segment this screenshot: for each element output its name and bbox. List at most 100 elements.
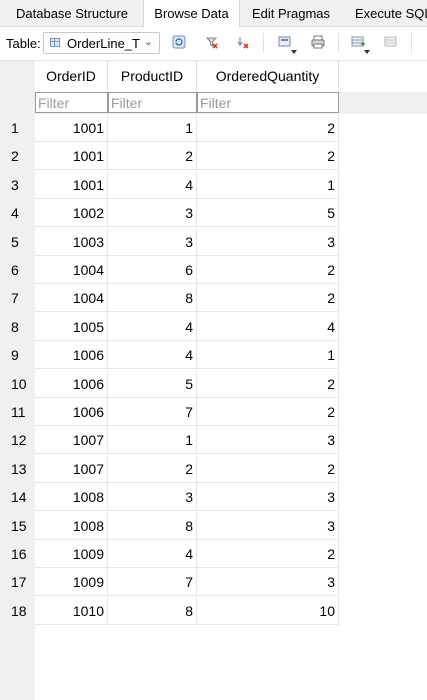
cell-orderid[interactable]: 1009 — [35, 540, 108, 568]
cell-productid[interactable]: 8 — [108, 597, 197, 625]
cell-orderedquantity[interactable]: 2 — [197, 455, 339, 483]
browse-toolbar: Table: OrderLine_T ⌄ — [0, 27, 427, 61]
cell-productid[interactable]: 7 — [108, 398, 197, 426]
cell-orderedquantity[interactable]: 2 — [197, 256, 339, 284]
tab-database-structure[interactable]: Database Structure — [16, 0, 128, 26]
row-number[interactable]: 8 — [0, 313, 35, 341]
cell-orderedquantity[interactable]: 3 — [197, 426, 339, 454]
dropdown-arrow-icon[interactable] — [291, 50, 297, 54]
cell-orderid[interactable]: 1001 — [35, 114, 108, 142]
cell-orderid[interactable]: 1008 — [35, 512, 108, 540]
tab-bar: Database Structure Browse Data Edit Prag… — [0, 0, 427, 27]
cell-orderid[interactable]: 1005 — [35, 313, 108, 341]
row-number[interactable]: 5 — [0, 228, 35, 256]
cell-orderedquantity[interactable]: 2 — [197, 370, 339, 398]
row-number[interactable]: 3 — [0, 171, 35, 199]
table-label: Table: — [6, 36, 41, 51]
refresh-icon[interactable] — [172, 35, 186, 49]
tab-execute-sql[interactable]: Execute SQL — [355, 0, 427, 26]
cell-orderid[interactable]: 1007 — [35, 426, 108, 454]
filter-input-orderedquantity[interactable] — [197, 92, 339, 113]
cell-orderid[interactable]: 1006 — [35, 370, 108, 398]
cell-orderedquantity[interactable]: 3 — [197, 512, 339, 540]
column-header-productid[interactable]: ProductID — [108, 61, 197, 91]
filter-input-orderid[interactable] — [35, 92, 108, 113]
cell-orderid[interactable]: 1004 — [35, 256, 108, 284]
cell-orderid[interactable]: 1009 — [35, 568, 108, 596]
row-number[interactable]: 18 — [0, 597, 35, 625]
cell-orderedquantity[interactable]: 3 — [197, 568, 339, 596]
row-number[interactable]: 9 — [0, 341, 35, 369]
cell-orderedquantity[interactable]: 1 — [197, 341, 339, 369]
cell-orderid[interactable]: 1006 — [35, 341, 108, 369]
cell-orderedquantity[interactable]: 3 — [197, 483, 339, 511]
cell-productid[interactable]: 1 — [108, 426, 197, 454]
clear-sort-icon[interactable] — [236, 35, 250, 49]
row-number[interactable]: 17 — [0, 568, 35, 596]
cell-productid[interactable]: 4 — [108, 313, 197, 341]
cell-productid[interactable]: 4 — [108, 341, 197, 369]
toolbar-separator — [338, 33, 339, 53]
toolbar-separator — [411, 33, 412, 53]
row-number[interactable]: 10 — [0, 370, 35, 398]
cell-productid[interactable]: 2 — [108, 142, 197, 170]
row-number[interactable]: 1 — [0, 114, 35, 142]
table-icon — [50, 38, 60, 47]
cell-orderedquantity[interactable]: 2 — [197, 398, 339, 426]
row-number[interactable]: 6 — [0, 256, 35, 284]
tab-browse-data[interactable]: Browse Data — [143, 0, 240, 27]
row-number[interactable]: 4 — [0, 199, 35, 227]
row-number[interactable]: 12 — [0, 426, 35, 454]
cell-productid[interactable]: 5 — [108, 370, 197, 398]
cell-orderid[interactable]: 1006 — [35, 398, 108, 426]
cell-orderedquantity[interactable]: 3 — [197, 228, 339, 256]
save-results-icon[interactable] — [278, 35, 292, 49]
cell-productid[interactable]: 4 — [108, 540, 197, 568]
row-number[interactable]: 15 — [0, 512, 35, 540]
insert-record-icon[interactable] — [351, 35, 365, 49]
cell-orderid[interactable]: 1002 — [35, 199, 108, 227]
cell-orderid[interactable]: 1008 — [35, 483, 108, 511]
cell-productid[interactable]: 8 — [108, 512, 197, 540]
tab-edit-pragmas[interactable]: Edit Pragmas — [252, 0, 330, 26]
row-number[interactable]: 14 — [0, 483, 35, 511]
print-icon[interactable] — [311, 35, 325, 49]
cell-productid[interactable]: 3 — [108, 228, 197, 256]
cell-productid[interactable]: 6 — [108, 256, 197, 284]
cell-orderid[interactable]: 1004 — [35, 284, 108, 312]
toolbar-separator — [263, 33, 264, 53]
cell-orderedquantity[interactable]: 1 — [197, 171, 339, 199]
column-header-orderedquantity[interactable]: OrderedQuantity — [197, 61, 339, 91]
cell-orderid[interactable]: 1007 — [35, 455, 108, 483]
cell-orderedquantity[interactable]: 2 — [197, 142, 339, 170]
cell-orderedquantity[interactable]: 4 — [197, 313, 339, 341]
cell-orderedquantity[interactable]: 2 — [197, 114, 339, 142]
cell-productid[interactable]: 2 — [108, 455, 197, 483]
cell-orderedquantity[interactable]: 2 — [197, 540, 339, 568]
row-number[interactable]: 11 — [0, 398, 35, 426]
row-number[interactable]: 13 — [0, 455, 35, 483]
dropdown-arrow-icon[interactable] — [364, 50, 370, 54]
row-number[interactable]: 7 — [0, 284, 35, 312]
cell-orderid[interactable]: 1010 — [35, 597, 108, 625]
cell-orderid[interactable]: 1001 — [35, 171, 108, 199]
row-number[interactable]: 2 — [0, 142, 35, 170]
row-number[interactable]: 16 — [0, 540, 35, 568]
cell-productid[interactable]: 1 — [108, 114, 197, 142]
data-grid: OrderID ProductID OrderedQuantity 110011… — [0, 61, 427, 700]
clear-filters-icon[interactable] — [205, 35, 219, 49]
cell-productid[interactable]: 7 — [108, 568, 197, 596]
column-header-orderid[interactable]: OrderID — [35, 61, 108, 91]
cell-productid[interactable]: 3 — [108, 483, 197, 511]
cell-productid[interactable]: 3 — [108, 199, 197, 227]
cell-orderedquantity[interactable]: 2 — [197, 284, 339, 312]
cell-productid[interactable]: 8 — [108, 284, 197, 312]
cell-orderid[interactable]: 1003 — [35, 228, 108, 256]
cell-orderid[interactable]: 1001 — [35, 142, 108, 170]
table-select[interactable]: OrderLine_T ⌄ — [43, 32, 160, 54]
delete-record-icon[interactable] — [384, 35, 398, 49]
cell-orderedquantity[interactable]: 10 — [197, 597, 339, 625]
cell-productid[interactable]: 4 — [108, 171, 197, 199]
filter-input-productid[interactable] — [108, 92, 197, 113]
cell-orderedquantity[interactable]: 5 — [197, 199, 339, 227]
